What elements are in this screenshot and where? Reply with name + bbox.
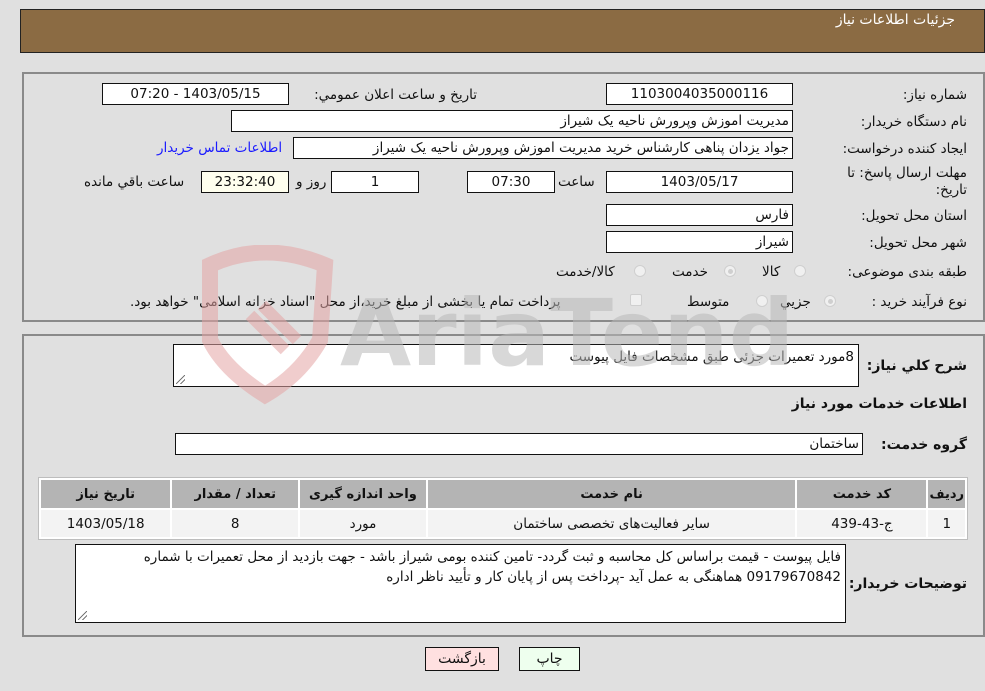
purchase-type-label: نوع فرآيند خريد : xyxy=(871,294,967,310)
col-service-name: نام خدمت xyxy=(427,480,796,508)
col-unit: واحد اندازه گيری xyxy=(300,480,426,508)
requester-field[interactable]: جواد یزدان پناهی کارشناس خرید مدیریت امو… xyxy=(293,137,793,159)
buyer-contact-link[interactable]: اطلاعات تماس خريدار xyxy=(157,140,282,156)
deadline-time-label: ساعت xyxy=(558,174,595,190)
category-radio-goods[interactable] xyxy=(794,265,806,277)
col-need-date: تاريخ نياز xyxy=(41,480,171,508)
buyer-notes-label: توضيحات خريدار: xyxy=(848,576,967,592)
services-table: رديف کد خدمت نام خدمت واحد اندازه گيری ت… xyxy=(38,477,968,540)
back-button[interactable]: بازگشت xyxy=(425,647,499,671)
print-button[interactable]: چاپ xyxy=(519,647,580,671)
cell-row-number: 1 xyxy=(928,510,965,537)
purchase-radio-medium[interactable] xyxy=(756,295,768,307)
category-label: طبقه بندی موضوعی: xyxy=(847,264,967,280)
province-field[interactable]: فارس xyxy=(606,204,793,226)
time-remaining-label: ساعت باقي مانده xyxy=(84,174,185,190)
col-service-code: کد خدمت xyxy=(797,480,927,508)
services-section-title: اطلاعات خدمات مورد نياز xyxy=(791,396,967,412)
buyer-org-field[interactable]: مدیریت اموزش وپرورش ناحیه یک شیراز xyxy=(231,110,793,132)
description-textarea[interactable]: 8مورد تعمیرات جزئی طبق مشخصات فایل پیوست xyxy=(173,344,859,387)
category-option-goods-service: کالا/خدمت xyxy=(556,264,615,280)
need-number-label: شماره نیاز: xyxy=(902,87,967,103)
buyer-notes-text: فایل پیوست - قیمت براساس کل محاسبه و ثبت… xyxy=(143,549,841,585)
category-option-service: خدمت xyxy=(672,264,708,280)
requester-label: ايجاد کننده درخواست: xyxy=(842,141,967,157)
need-number-field[interactable]: 1103004035000116 xyxy=(606,83,793,105)
time-remaining-field[interactable]: 23:32:40 xyxy=(201,171,289,193)
resize-grip-icon[interactable] xyxy=(176,375,185,384)
treasury-checkbox[interactable] xyxy=(630,294,642,306)
category-radio-service[interactable] xyxy=(724,265,736,277)
purchase-option-minor: جزيي xyxy=(780,294,811,310)
city-label: شهر محل تحويل: xyxy=(869,235,967,251)
service-group-label: گروه خدمت: xyxy=(881,437,967,453)
table-header-row: رديف کد خدمت نام خدمت واحد اندازه گيری ت… xyxy=(41,480,965,508)
description-text: 8مورد تعمیرات جزئی طبق مشخصات فایل پیوست xyxy=(569,349,854,365)
purchase-radio-minor[interactable] xyxy=(824,295,836,307)
treasury-checkbox-label: پرداخت تمام يا بخشی از مبلغ خريد،از محل … xyxy=(130,294,561,310)
buyer-notes-textarea[interactable]: فایل پیوست - قیمت براساس کل محاسبه و ثبت… xyxy=(75,544,846,623)
col-quantity: تعداد / مقدار xyxy=(172,480,299,508)
cell-quantity: 8 xyxy=(172,510,299,537)
resize-grip-icon[interactable] xyxy=(78,611,87,620)
cell-service-name: سایر فعالیت‌های تخصصی ساختمان xyxy=(427,510,796,537)
category-option-goods: کالا xyxy=(762,264,781,280)
service-group-field[interactable]: ساختمان xyxy=(175,433,863,455)
cell-unit: مورد xyxy=(300,510,426,537)
category-radio-goods-service[interactable] xyxy=(634,265,646,277)
days-remaining-field[interactable]: 1 xyxy=(331,171,419,193)
announce-datetime-field[interactable]: 1403/05/15 - 07:20 xyxy=(102,83,289,105)
col-row-number: رديف xyxy=(928,480,965,508)
buyer-org-label: نام دستگاه خريدار: xyxy=(860,114,967,130)
purchase-option-medium: متوسط xyxy=(687,294,730,310)
deadline-label-date: تاريخ: xyxy=(935,182,967,198)
table-row: 1 ج-43-439 سایر فعالیت‌های تخصصی ساختمان… xyxy=(41,510,965,537)
deadline-date-field[interactable]: 1403/05/17 xyxy=(606,171,793,193)
description-label: شرح کلي نياز: xyxy=(866,358,967,374)
city-field[interactable]: شیراز xyxy=(606,231,793,253)
cell-need-date: 1403/05/18 xyxy=(41,510,171,537)
cell-service-code: ج-43-439 xyxy=(797,510,927,537)
page-title: جزئیات اطلاعات نیاز xyxy=(835,12,955,28)
province-label: استان محل تحويل: xyxy=(861,208,967,224)
announce-datetime-label: تاريخ و ساعت اعلان عمومي: xyxy=(314,87,477,103)
deadline-label: مهلت ارسال پاسخ: تا xyxy=(847,165,967,181)
days-label: روز و xyxy=(296,174,327,190)
deadline-time-field[interactable]: 07:30 xyxy=(467,171,555,193)
